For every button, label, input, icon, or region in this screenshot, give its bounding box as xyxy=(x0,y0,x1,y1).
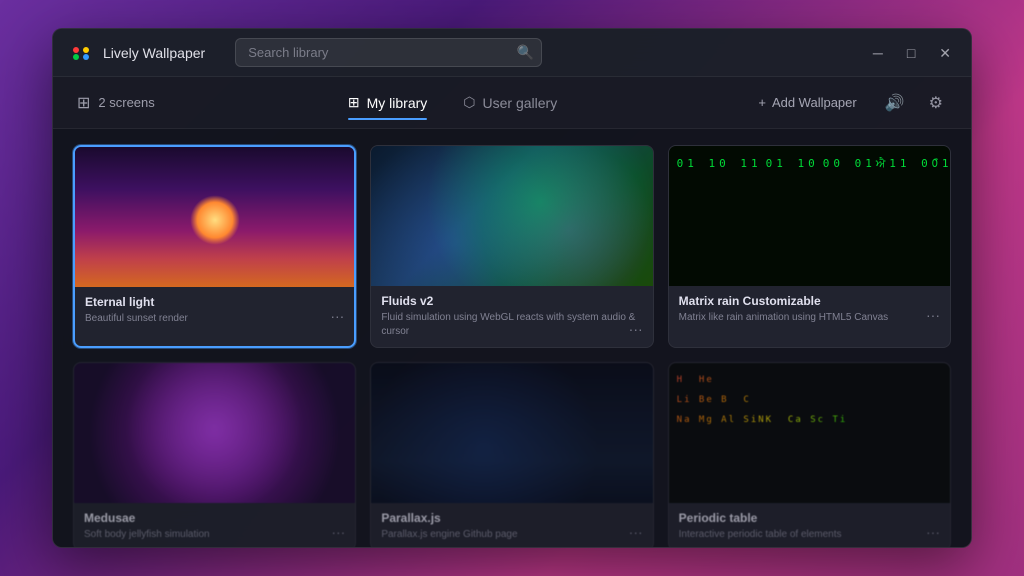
minimize-button[interactable]: ─ xyxy=(869,44,887,62)
tab-my-library[interactable]: ⊞ My library xyxy=(332,86,443,119)
card-title-medusa: Medusae xyxy=(84,511,345,525)
wallpaper-thumbnail-fluids-v2 xyxy=(371,146,652,286)
wallpaper-card-matrix-rain[interactable]: Matrix rain Customizable Matrix like rai… xyxy=(668,145,951,348)
card-menu-button-periodic-table[interactable]: ··· xyxy=(924,522,942,542)
card-info-eternal-light: Eternal light Beautiful sunset render ··… xyxy=(75,287,354,334)
card-title-periodic-table: Periodic table xyxy=(679,511,940,525)
toolbar: ⊞ 2 screens ⊞ My library ⬡ User gallery … xyxy=(53,77,971,129)
card-info-medusa: Medusae Soft body jellyfish simulation ·… xyxy=(74,503,355,547)
card-title-eternal-light: Eternal light xyxy=(85,295,344,309)
wallpaper-card-medusa[interactable]: Medusae Soft body jellyfish simulation ·… xyxy=(73,362,356,547)
card-title-fluids-v2: Fluids v2 xyxy=(381,294,642,308)
card-title-parallax-js: Parallax.js xyxy=(381,511,642,525)
app-window: Lively Wallpaper 🔍 ─ □ ✕ ⊞ 2 screens ⊞ M… xyxy=(52,28,972,548)
content-area: Eternal light Beautiful sunset render ··… xyxy=(53,129,971,547)
tab-user-gallery[interactable]: ⬡ User gallery xyxy=(447,86,573,119)
add-wallpaper-button[interactable]: + Add Wallpaper xyxy=(750,91,864,114)
toolbar-actions: + Add Wallpaper 🔊 ⚙ xyxy=(750,89,947,117)
search-input[interactable] xyxy=(235,38,542,67)
card-desc-matrix-rain: Matrix like rain animation using HTML5 C… xyxy=(679,311,940,325)
volume-button[interactable]: 🔊 xyxy=(881,89,909,117)
app-title: Lively Wallpaper xyxy=(103,45,205,61)
wallpaper-thumbnail-eternal-light xyxy=(75,147,354,287)
title-bar: Lively Wallpaper 🔍 ─ □ ✕ xyxy=(53,29,971,77)
wallpaper-grid: Eternal light Beautiful sunset render ··… xyxy=(73,145,951,547)
card-menu-button-matrix-rain[interactable]: ··· xyxy=(924,305,942,325)
my-library-icon: ⊞ xyxy=(348,94,360,111)
card-desc-eternal-light: Beautiful sunset render xyxy=(85,312,344,326)
wallpaper-card-eternal-light[interactable]: Eternal light Beautiful sunset render ··… xyxy=(73,145,356,348)
close-button[interactable]: ✕ xyxy=(935,44,955,62)
card-desc-parallax-js: Parallax.js engine Github page xyxy=(381,528,642,542)
card-info-parallax-js: Parallax.js Parallax.js engine Github pa… xyxy=(371,503,652,547)
screens-label: 2 screens xyxy=(98,95,154,110)
search-bar: 🔍 xyxy=(235,38,542,67)
my-library-label: My library xyxy=(367,95,428,111)
screens-icon: ⊞ xyxy=(77,93,90,113)
card-menu-button-parallax-js[interactable]: ··· xyxy=(627,522,645,542)
card-desc-medusa: Soft body jellyfish simulation xyxy=(84,528,345,542)
user-gallery-icon: ⬡ xyxy=(463,94,475,111)
maximize-button[interactable]: □ xyxy=(903,44,919,62)
wallpaper-thumbnail-periodic-table xyxy=(669,363,950,503)
toolbar-nav: ⊞ My library ⬡ User gallery xyxy=(332,86,573,119)
card-menu-button-medusa[interactable]: ··· xyxy=(329,522,347,542)
wallpaper-card-periodic-table[interactable]: Periodic table Interactive periodic tabl… xyxy=(668,362,951,547)
add-wallpaper-label: Add Wallpaper xyxy=(772,95,857,110)
card-menu-button-fluids-v2[interactable]: ··· xyxy=(627,319,645,339)
screen-info: ⊞ 2 screens xyxy=(77,93,155,113)
window-controls: ─ □ ✕ xyxy=(869,44,955,62)
wallpaper-card-parallax-js[interactable]: Parallax.js Parallax.js engine Github pa… xyxy=(370,362,653,547)
card-desc-periodic-table: Interactive periodic table of elements xyxy=(679,528,940,542)
search-icon-button[interactable]: 🔍 xyxy=(517,44,534,61)
card-title-matrix-rain: Matrix rain Customizable xyxy=(679,294,940,308)
card-info-periodic-table: Periodic table Interactive periodic tabl… xyxy=(669,503,950,547)
settings-button[interactable]: ⚙ xyxy=(925,89,947,117)
card-info-fluids-v2: Fluids v2 Fluid simulation using WebGL r… xyxy=(371,286,652,347)
user-gallery-label: User gallery xyxy=(483,95,558,111)
card-info-matrix-rain: Matrix rain Customizable Matrix like rai… xyxy=(669,286,950,333)
card-desc-fluids-v2: Fluid simulation using WebGL reacts with… xyxy=(381,311,642,339)
wallpaper-card-fluids-v2[interactable]: Fluids v2 Fluid simulation using WebGL r… xyxy=(370,145,653,348)
wallpaper-thumbnail-parallax-js xyxy=(371,363,652,503)
add-icon: + xyxy=(758,95,766,110)
app-logo-icon xyxy=(69,41,93,65)
wallpaper-thumbnail-medusa xyxy=(74,363,355,503)
card-menu-button-eternal-light[interactable]: ··· xyxy=(328,306,346,326)
wallpaper-thumbnail-matrix-rain xyxy=(669,146,950,286)
